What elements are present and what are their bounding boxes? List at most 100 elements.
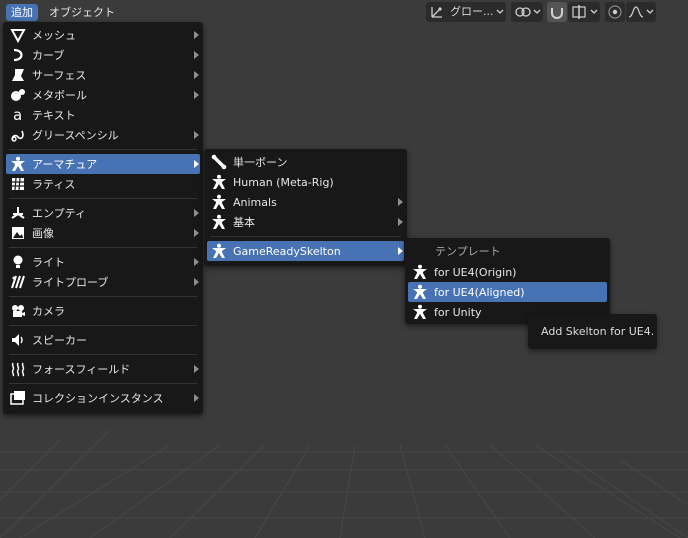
menu-item[interactable]: メッシュ bbox=[6, 25, 200, 45]
menu-item-label: for UE4(Aligned) bbox=[434, 285, 525, 299]
light-probe-icon bbox=[10, 274, 26, 290]
menu-item-label: Animals bbox=[233, 195, 277, 209]
armature-icon bbox=[412, 284, 428, 300]
lattice-icon bbox=[10, 176, 26, 192]
menu-item[interactable]: カメラ bbox=[6, 301, 200, 321]
armature-icon bbox=[211, 243, 227, 259]
menu-item[interactable]: コレクションインスタンス bbox=[6, 388, 200, 408]
submenu-arrow-icon bbox=[194, 209, 199, 217]
menu-item-label: ライトプローブ bbox=[32, 276, 109, 289]
falloff-curve-icon bbox=[628, 6, 644, 18]
menu-add-button[interactable]: 追加 bbox=[6, 4, 38, 21]
light-icon bbox=[10, 254, 26, 270]
link-pivot-icon bbox=[515, 7, 531, 17]
menu-item-label: ラティス bbox=[32, 178, 76, 191]
menu-item-label: アーマチュア bbox=[32, 158, 98, 171]
menu-item[interactable]: a テキスト bbox=[6, 105, 200, 125]
image-icon bbox=[10, 225, 26, 241]
menu-item-label: テキスト bbox=[32, 109, 76, 122]
armature-submenu: 単一ボーン Human (Meta-Rig) Animals 基本 GameReadyS… bbox=[204, 149, 407, 266]
svg-text:a: a bbox=[13, 107, 22, 123]
surface-icon bbox=[10, 67, 26, 83]
force-field-icon bbox=[10, 361, 26, 377]
armature-icon bbox=[10, 156, 26, 172]
proportional-falloff-dropdown[interactable] bbox=[626, 2, 656, 22]
menu-item-label: 単一ボーン bbox=[233, 156, 288, 169]
menu-item[interactable]: ラティス bbox=[6, 174, 200, 194]
snap-target-dropdown[interactable] bbox=[568, 2, 600, 22]
snap-toggle[interactable] bbox=[547, 2, 567, 22]
submenu-arrow-icon bbox=[398, 218, 403, 226]
mesh-cone-icon bbox=[10, 27, 26, 43]
magnet-icon bbox=[551, 8, 563, 19]
submenu-arrow-icon bbox=[398, 247, 403, 255]
menu-item[interactable]: Animals bbox=[207, 192, 404, 212]
armature-icon bbox=[211, 174, 227, 190]
transform-orientation-dropdown[interactable]: グロー... bbox=[426, 2, 506, 22]
curve-icon bbox=[10, 47, 26, 63]
menu-item[interactable]: for UE4(Aligned) bbox=[408, 282, 607, 302]
menu-item[interactable]: for UE4(Origin) bbox=[408, 262, 607, 282]
menu-item[interactable]: グリースペンシル bbox=[6, 125, 200, 145]
proportional-editing-toggle[interactable] bbox=[605, 2, 625, 22]
proportional-editing-icon bbox=[608, 5, 622, 19]
menu-item[interactable]: カーブ bbox=[6, 45, 200, 65]
menu-item-label: フォースフィールド bbox=[32, 363, 131, 376]
armature-icon bbox=[412, 304, 428, 320]
menu-item-label: 基本 bbox=[233, 216, 255, 229]
submenu-arrow-icon bbox=[398, 198, 403, 206]
submenu-arrow-icon bbox=[194, 258, 199, 266]
menu-item-label: エンプティ bbox=[32, 207, 87, 220]
menu-separator bbox=[9, 354, 197, 355]
menu-item[interactable]: GameReadySkelton bbox=[207, 241, 404, 261]
submenu-arrow-icon bbox=[194, 278, 199, 286]
chevron-down-icon bbox=[590, 9, 598, 14]
menu-separator bbox=[9, 198, 197, 199]
submenu-header: テンプレート bbox=[435, 245, 501, 258]
menu-item-label: コレクションインスタンス bbox=[32, 392, 164, 405]
menu-item-label: メッシュ bbox=[32, 29, 76, 42]
menu-item[interactable]: メタボール bbox=[6, 85, 200, 105]
empty-icon bbox=[10, 205, 26, 221]
menu-separator bbox=[9, 149, 197, 150]
menu-item[interactable]: サーフェス bbox=[6, 65, 200, 85]
menu-item[interactable]: アーマチュア bbox=[6, 154, 200, 174]
menu-item[interactable]: フォースフィールド bbox=[6, 359, 200, 379]
collection-instance-icon bbox=[10, 390, 26, 406]
menu-item-label: 画像 bbox=[32, 227, 54, 240]
menu-item-label: GameReadySkelton bbox=[233, 244, 341, 258]
speaker-icon bbox=[10, 332, 26, 348]
chevron-down-icon bbox=[496, 9, 504, 14]
menu-item-label: グリースペンシル bbox=[32, 129, 119, 142]
armature-icon bbox=[211, 194, 227, 210]
menu-item[interactable]: 単一ボーン bbox=[207, 152, 404, 172]
menu-item-label: サーフェス bbox=[32, 69, 87, 82]
menu-item[interactable]: Human (Meta-Rig) bbox=[207, 172, 404, 192]
pivot-point-dropdown[interactable] bbox=[511, 2, 543, 22]
menu-item[interactable]: エンプティ bbox=[6, 203, 200, 223]
menu-item-label: ライト bbox=[32, 256, 65, 269]
menu-separator bbox=[9, 247, 197, 248]
menu-item-label: カーブ bbox=[32, 49, 65, 62]
menu-item-label: for UE4(Origin) bbox=[434, 265, 517, 279]
menu-item[interactable]: スピーカー bbox=[6, 330, 200, 350]
submenu-arrow-icon bbox=[194, 71, 199, 79]
chevron-down-icon bbox=[646, 9, 654, 14]
menu-item-label: スピーカー bbox=[32, 334, 87, 347]
menu-item[interactable]: 基本 bbox=[207, 212, 404, 232]
menu-item[interactable]: ライトプローブ bbox=[6, 272, 200, 292]
menu-separator bbox=[9, 383, 197, 384]
menu-separator bbox=[9, 325, 197, 326]
menu-object-button[interactable]: オブジェクト bbox=[44, 4, 120, 21]
menu-item[interactable]: ライト bbox=[6, 252, 200, 272]
menu-item-label: カメラ bbox=[32, 305, 65, 318]
camera-icon bbox=[10, 303, 26, 319]
transform-orientation-label: グロー... bbox=[450, 5, 494, 18]
submenu-arrow-icon bbox=[194, 131, 199, 139]
transform-orientation-icon bbox=[431, 7, 442, 18]
metaball-icon bbox=[10, 87, 26, 103]
menu-item[interactable]: 画像 bbox=[6, 223, 200, 243]
submenu-arrow-icon bbox=[194, 365, 199, 373]
menu-item-label: Human (Meta-Rig) bbox=[233, 175, 334, 189]
submenu-arrow-icon bbox=[194, 229, 199, 237]
